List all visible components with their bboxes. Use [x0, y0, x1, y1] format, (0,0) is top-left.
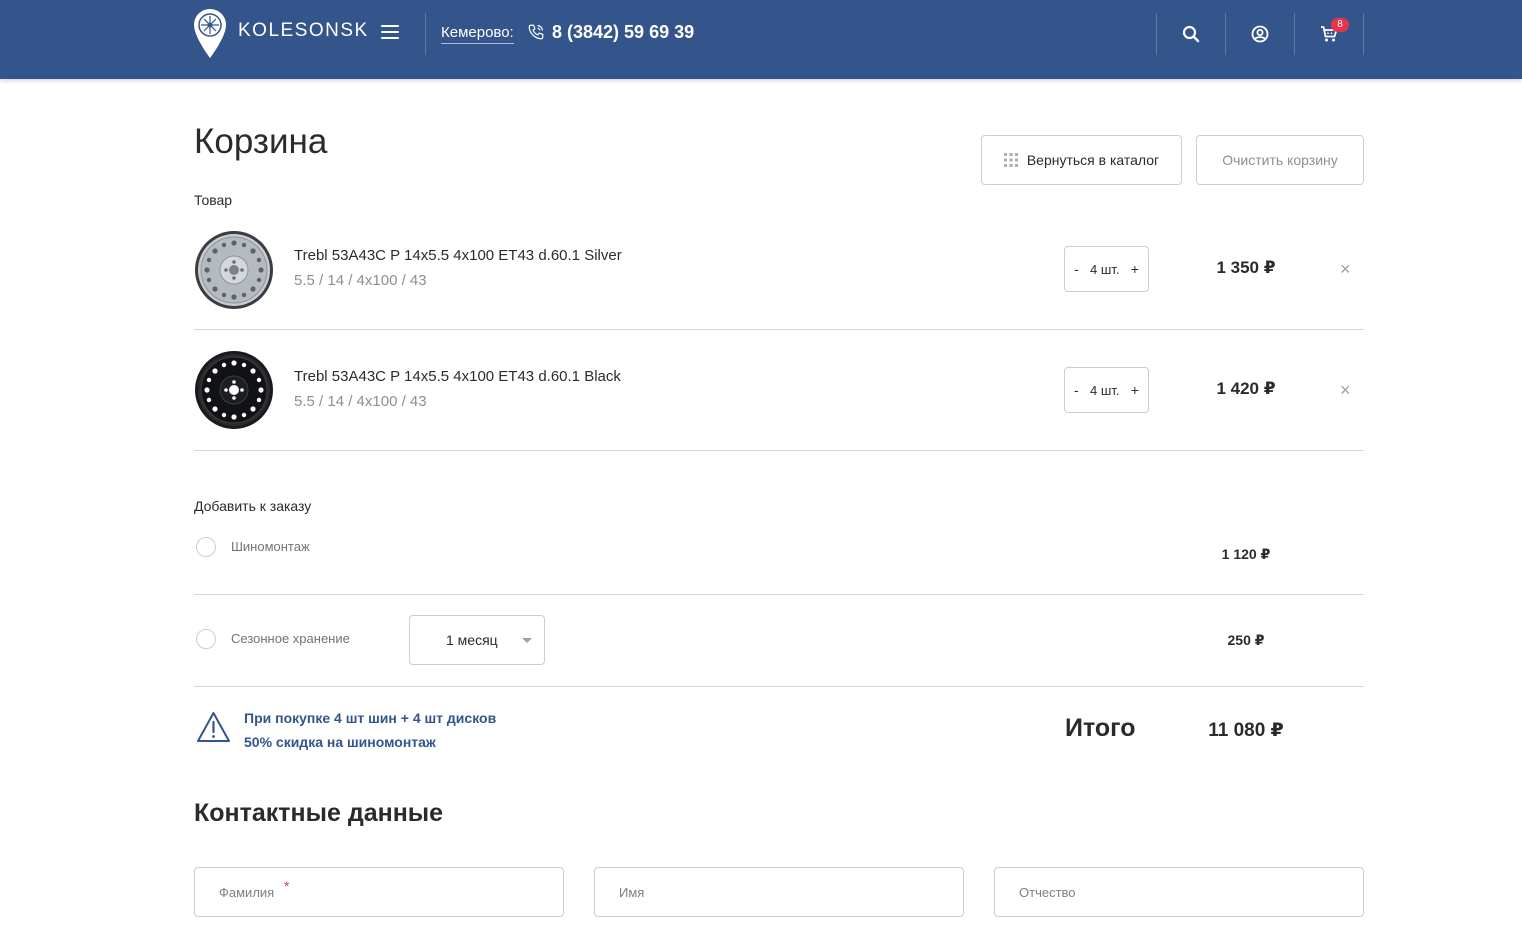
first-name-input[interactable]	[595, 868, 963, 916]
required-mark: *	[284, 878, 290, 894]
qty-decrease-button[interactable]: -	[1074, 261, 1079, 277]
quantity-stepper: - 4 шт. +	[1064, 367, 1149, 413]
cart-item-row: Trebl 53A43C P 14x5.5 4x100 ET43 d.60.1 …	[194, 330, 1364, 451]
back-to-catalog-button[interactable]: Вернуться в каталог	[981, 135, 1182, 185]
item-price: 1 420 ₽	[1216, 379, 1276, 398]
service-price: 1 120 ₽	[1221, 546, 1271, 562]
menu-icon[interactable]	[381, 25, 399, 41]
clear-button-label: Очистить корзину	[1222, 152, 1338, 168]
service-row-storage: Сезонное хранение 1 месяц 250 ₽	[194, 595, 1364, 687]
clear-cart-button[interactable]: Очистить корзину	[1196, 135, 1364, 185]
tire-fitting-checkbox[interactable]	[196, 537, 216, 557]
warning-icon	[197, 712, 230, 742]
first-name-field	[594, 867, 964, 917]
service-label: Сезонное хранение	[231, 631, 350, 646]
total-value: 11 080 ₽	[1208, 720, 1284, 741]
quantity-stepper: - 4 шт. +	[1064, 246, 1149, 292]
qty-value: 4 шт.	[1090, 382, 1120, 398]
header-divider	[425, 13, 426, 55]
remove-item-button[interactable]: ×	[1340, 380, 1351, 401]
service-label: Шиномонтаж	[231, 539, 310, 554]
last-name-input[interactable]	[195, 868, 563, 916]
header-divider	[1363, 13, 1364, 55]
site-header: KOLESONSK Кемерово: 8 (3842) 59 69 39 8	[0, 0, 1522, 79]
phone-icon	[528, 24, 544, 40]
city-selector[interactable]: Кемерово:	[441, 24, 514, 44]
qty-decrease-button[interactable]: -	[1074, 382, 1079, 398]
qty-value: 4 шт.	[1090, 261, 1120, 277]
cart-item-row: Trebl 53A43C P 14x5.5 4x100 ET43 d.60.1 …	[194, 209, 1364, 330]
storage-period-value: 1 месяц	[446, 632, 498, 648]
contacts-heading: Контактные данные	[194, 799, 444, 827]
add-to-order-heading: Добавить к заказу	[194, 498, 312, 514]
account-button[interactable]	[1225, 13, 1294, 55]
back-button-label: Вернуться в каталог	[1026, 152, 1160, 168]
remove-item-button[interactable]: ×	[1340, 259, 1351, 280]
promo-text-line1: При покупке 4 шт шин + 4 шт дисков	[244, 710, 497, 726]
middle-name-input[interactable]	[995, 868, 1363, 916]
logo-text: KOLESONSK	[238, 20, 369, 41]
storage-checkbox[interactable]	[196, 629, 216, 649]
service-row-tire-fitting: Шиномонтаж 1 120 ₽	[194, 520, 1364, 595]
logo[interactable]: KOLESONSK	[193, 8, 369, 60]
grid-icon	[1003, 153, 1018, 167]
cart-count-badge: 8	[1331, 18, 1349, 32]
page-title: Корзина	[194, 122, 328, 161]
column-header-product: Товар	[194, 192, 233, 208]
middle-name-field	[994, 867, 1364, 917]
logo-pin-icon	[194, 9, 226, 58]
phone-number[interactable]: 8 (3842) 59 69 39	[552, 22, 694, 43]
service-price: 250 ₽	[1227, 632, 1265, 648]
product-name[interactable]: Trebl 53A43C P 14x5.5 4x100 ET43 d.60.1 …	[294, 368, 621, 385]
item-price: 1 350 ₽	[1216, 258, 1276, 277]
last-name-field: *	[194, 867, 564, 917]
wheel-image-silver	[195, 231, 273, 309]
product-name[interactable]: Trebl 53A43C P 14x5.5 4x100 ET43 d.60.1 …	[294, 247, 622, 264]
qty-increase-button[interactable]: +	[1131, 261, 1139, 277]
total-label: Итого	[1065, 714, 1136, 742]
qty-increase-button[interactable]: +	[1131, 382, 1139, 398]
user-icon	[1251, 25, 1268, 43]
cart-button[interactable]: 8	[1294, 13, 1363, 55]
wheel-image-black	[195, 351, 273, 429]
product-spec: 5.5 / 14 / 4x100 / 43	[294, 393, 427, 410]
promo-text-line2: 50% скидка на шиномонтаж	[244, 734, 436, 750]
chevron-down-icon	[522, 638, 532, 643]
search-icon	[1182, 25, 1199, 43]
storage-period-select[interactable]: 1 месяц	[409, 615, 545, 665]
search-button[interactable]	[1156, 13, 1225, 55]
product-spec: 5.5 / 14 / 4x100 / 43	[294, 272, 427, 289]
